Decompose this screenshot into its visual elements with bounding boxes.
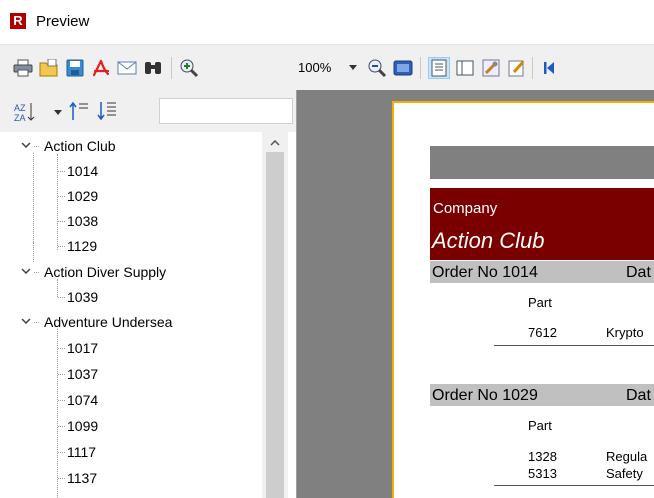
title-bar: R Preview [0, 0, 654, 44]
open-icon[interactable] [38, 57, 60, 79]
svg-text:AZ: AZ [14, 103, 26, 113]
part-description: Krypto [606, 325, 644, 340]
sort-toolbar: AZ ZA [0, 90, 296, 132]
tree-node-item[interactable]: 1117 [67, 443, 96, 461]
tree-scrollbar[interactable] [262, 132, 288, 498]
outline-tree: Action Club 1014 1029 1038 1129 Action D… [0, 132, 296, 498]
tree-node-item[interactable]: 1014 [67, 162, 98, 180]
print-icon[interactable] [12, 57, 34, 79]
scrollbar-thumb[interactable] [266, 152, 284, 498]
zoom-value: 100% [298, 60, 332, 75]
tree-node-item[interactable]: 1017 [67, 339, 98, 357]
tree-node-group[interactable]: Action Club [44, 137, 116, 155]
tree-node-item[interactable]: 1038 [67, 212, 98, 230]
chevron-down-icon[interactable] [21, 268, 31, 274]
sort-az-icon[interactable]: AZ ZA [14, 102, 40, 125]
divider [494, 485, 654, 486]
page-icon[interactable] [392, 57, 414, 79]
outline-icon[interactable] [428, 57, 450, 79]
part-number: 5313 [528, 466, 557, 481]
order-header: Order No 1029 [432, 387, 538, 404]
collapse-all-icon[interactable] [68, 100, 90, 125]
chevron-up-icon[interactable] [270, 140, 280, 146]
report-page: Company Action Club Order No 1014 Dat Pa… [392, 101, 654, 498]
chevron-down-icon [349, 65, 357, 70]
part-label: Part [528, 418, 552, 433]
save-icon[interactable] [64, 57, 86, 79]
tree-node-group[interactable]: Adventure Undersea [44, 313, 172, 331]
part-description: Regula [606, 449, 648, 464]
expand-all-icon[interactable] [96, 100, 118, 125]
toolbar: 100% [0, 44, 654, 91]
email-icon[interactable] [116, 57, 138, 79]
date-label: Dat [626, 264, 651, 281]
zoom-select[interactable]: 100% [290, 57, 360, 79]
find-icon[interactable] [142, 57, 164, 79]
part-label: Part [528, 295, 552, 310]
zoom-out-icon[interactable] [366, 57, 388, 79]
company-label: Company [433, 200, 498, 217]
tree-node-item[interactable]: 1129 [67, 237, 97, 255]
divider [494, 345, 654, 346]
tree-node-item[interactable]: 1039 [67, 288, 98, 306]
tree-node-item[interactable]: 1099 [67, 417, 98, 435]
chevron-down-icon[interactable] [21, 142, 31, 148]
sort-chevron-down-icon[interactable] [54, 110, 62, 115]
report-app-icon: R [10, 13, 26, 29]
company-name: Action Club [432, 228, 545, 253]
date-label: Dat [626, 387, 651, 404]
page-header-band [430, 146, 654, 179]
edit-icon[interactable] [506, 57, 528, 79]
outline-pane: AZ ZA Action Club 1014 1029 1038 1129 Act… [0, 90, 297, 498]
first-page-icon[interactable] [538, 57, 560, 79]
part-number: 7612 [528, 325, 557, 340]
part-number: 1328 [528, 449, 557, 464]
window-title: Preview [36, 13, 90, 30]
thumbnails-icon[interactable] [454, 57, 476, 79]
zoom-in-icon[interactable] [178, 57, 200, 79]
pdf-icon[interactable] [90, 57, 112, 79]
preview-area[interactable]: Company Action Club Order No 1014 Dat Pa… [297, 90, 654, 498]
part-description: Safety [606, 466, 643, 481]
settings-icon[interactable] [480, 57, 502, 79]
tree-node-item[interactable]: 1029 [67, 187, 98, 205]
tree-node-item[interactable]: 1037 [67, 365, 98, 383]
tree-node-item[interactable]: 1137 [67, 469, 97, 487]
search-input[interactable] [159, 98, 293, 124]
order-header: Order No 1014 [432, 264, 538, 281]
svg-text:ZA: ZA [14, 113, 26, 122]
chevron-down-icon[interactable] [21, 318, 31, 324]
tree-node-group[interactable]: Action Diver Supply [44, 263, 166, 281]
tree-node-item[interactable]: 1074 [67, 391, 98, 409]
